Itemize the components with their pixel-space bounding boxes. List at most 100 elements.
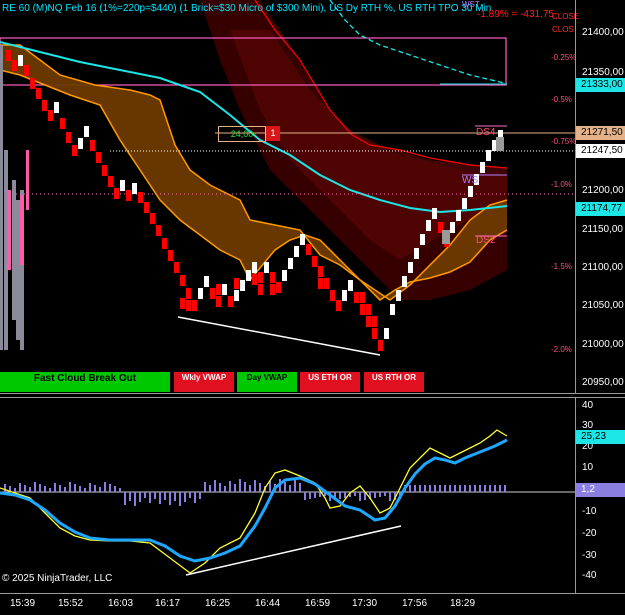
histogram-bar (474, 485, 476, 492)
histogram-bar (59, 485, 61, 492)
histogram-bar (244, 482, 246, 492)
down-brick (126, 190, 131, 201)
histogram-bar (424, 485, 426, 492)
down-brick (318, 266, 323, 277)
histogram-bar (464, 485, 466, 492)
histogram-bar (419, 485, 421, 492)
histogram-bar (114, 486, 116, 492)
histogram-bar (314, 492, 316, 498)
osc-tick: -20 (582, 528, 597, 539)
down-brick (6, 50, 11, 61)
down-brick (258, 272, 263, 283)
time-tick: 16:17 (155, 598, 181, 609)
histogram-bar (74, 484, 76, 492)
down-brick (36, 88, 41, 99)
histogram-bar (299, 483, 301, 492)
time-axis[interactable]: 15:39 15:52 16:03 16:17 16:25 16:44 16:5… (0, 593, 625, 615)
histogram-bar (64, 487, 66, 492)
down-brick (318, 278, 323, 289)
histogram-bar (289, 485, 291, 492)
osc-yellow-line (0, 429, 508, 574)
day-vwap-label: Day VWAP (246, 373, 288, 382)
down-brick (180, 275, 185, 286)
histogram-bar (449, 485, 451, 492)
oscillator-svg[interactable] (0, 398, 575, 593)
up-brick (252, 262, 257, 273)
histogram-bar (489, 485, 491, 492)
up-brick (396, 290, 401, 301)
copyright-label: © 2025 NinjaTrader, LLC (2, 573, 113, 584)
price-axis[interactable]: 21400,00 21350,00 21200,00 21150,00 2110… (575, 0, 625, 393)
us-eth-or-button[interactable]: US ETH OR (300, 372, 360, 392)
histogram-bar (224, 486, 226, 492)
trend-line (177, 316, 381, 356)
down-brick (168, 250, 173, 261)
histogram-bar (469, 485, 471, 492)
histogram-bar (154, 492, 156, 499)
down-brick (48, 110, 53, 121)
down-brick (30, 78, 35, 89)
histogram-bar (389, 492, 391, 501)
left-profile-bars (0, 45, 29, 350)
histogram-bar (174, 492, 176, 501)
order-side-box[interactable]: 1 (266, 126, 280, 141)
price-tick: 21150,00 (582, 224, 623, 235)
histogram-bar (414, 485, 416, 492)
order-qty-box[interactable]: 24,00 (218, 126, 266, 142)
up-brick (240, 280, 245, 291)
down-brick (210, 288, 215, 299)
wst-label: WST (462, 0, 480, 9)
histogram-bar (384, 492, 386, 496)
histogram-bar (304, 492, 306, 500)
histogram-bar (354, 492, 356, 496)
us-rth-or-button[interactable]: US RTH OR (364, 372, 424, 392)
up-brick (432, 208, 437, 219)
up-brick (198, 288, 203, 299)
histogram-bar (89, 483, 91, 492)
osc-tick: 40 (582, 400, 594, 411)
histogram-bar (339, 492, 341, 499)
pct-label-2: -2.0% (551, 345, 572, 354)
oscillator-pane[interactable]: © 2025 NinjaTrader, LLC (0, 398, 575, 593)
down-brick (228, 296, 233, 307)
down-brick (372, 316, 377, 327)
down-brick (252, 274, 257, 285)
price-chart-pane[interactable]: RE 60 (M)NQ Feb 16 (1%=220p=$440) (1 Bri… (0, 0, 579, 393)
price-tick: 21050,00 (582, 300, 624, 311)
histogram-bar (124, 492, 126, 505)
price-tag-cyan: 21333,00 (576, 78, 625, 92)
up-brick (282, 270, 287, 281)
histogram-bar (234, 484, 236, 492)
wkly-vwap-button[interactable]: Wkly VWAP (174, 372, 234, 392)
oscillator-axis[interactable]: 40 30 20 10 -10 -20 -30 -40 25,23 1,2 (575, 398, 625, 593)
histogram-bar (169, 492, 171, 505)
up-brick (348, 280, 353, 291)
ds4-label: DS4 (476, 127, 496, 138)
price-tag-tan: 21271,50 (576, 126, 625, 140)
histogram-bar (119, 488, 121, 492)
price-tick: 21400,00 (582, 27, 624, 38)
price-chart-svg[interactable] (0, 0, 575, 393)
histogram-bar (484, 485, 486, 492)
up-brick (288, 258, 293, 269)
up-brick (420, 234, 425, 245)
histogram-bar (254, 480, 256, 492)
histogram-bar (219, 483, 221, 492)
histogram-bar (459, 485, 461, 492)
fast-cloud-breakout-button[interactable]: Fast Cloud Break Out (0, 372, 170, 392)
histogram-bar (109, 484, 111, 492)
down-brick (360, 292, 365, 303)
histogram-bar (494, 485, 496, 492)
histogram-bar (44, 486, 46, 492)
down-brick (42, 100, 47, 111)
down-brick (24, 65, 29, 76)
up-brick (246, 270, 251, 281)
osc-tick: -30 (582, 550, 597, 561)
time-tick: 16:44 (255, 598, 281, 609)
day-vwap-button[interactable]: Day VWAP (237, 372, 297, 392)
down-brick (174, 262, 179, 273)
down-brick (270, 272, 275, 283)
osc-tick: -40 (582, 570, 597, 581)
down-brick (156, 225, 161, 236)
fast-cloud-breakout-label: Fast Cloud Break Out (33, 373, 137, 384)
